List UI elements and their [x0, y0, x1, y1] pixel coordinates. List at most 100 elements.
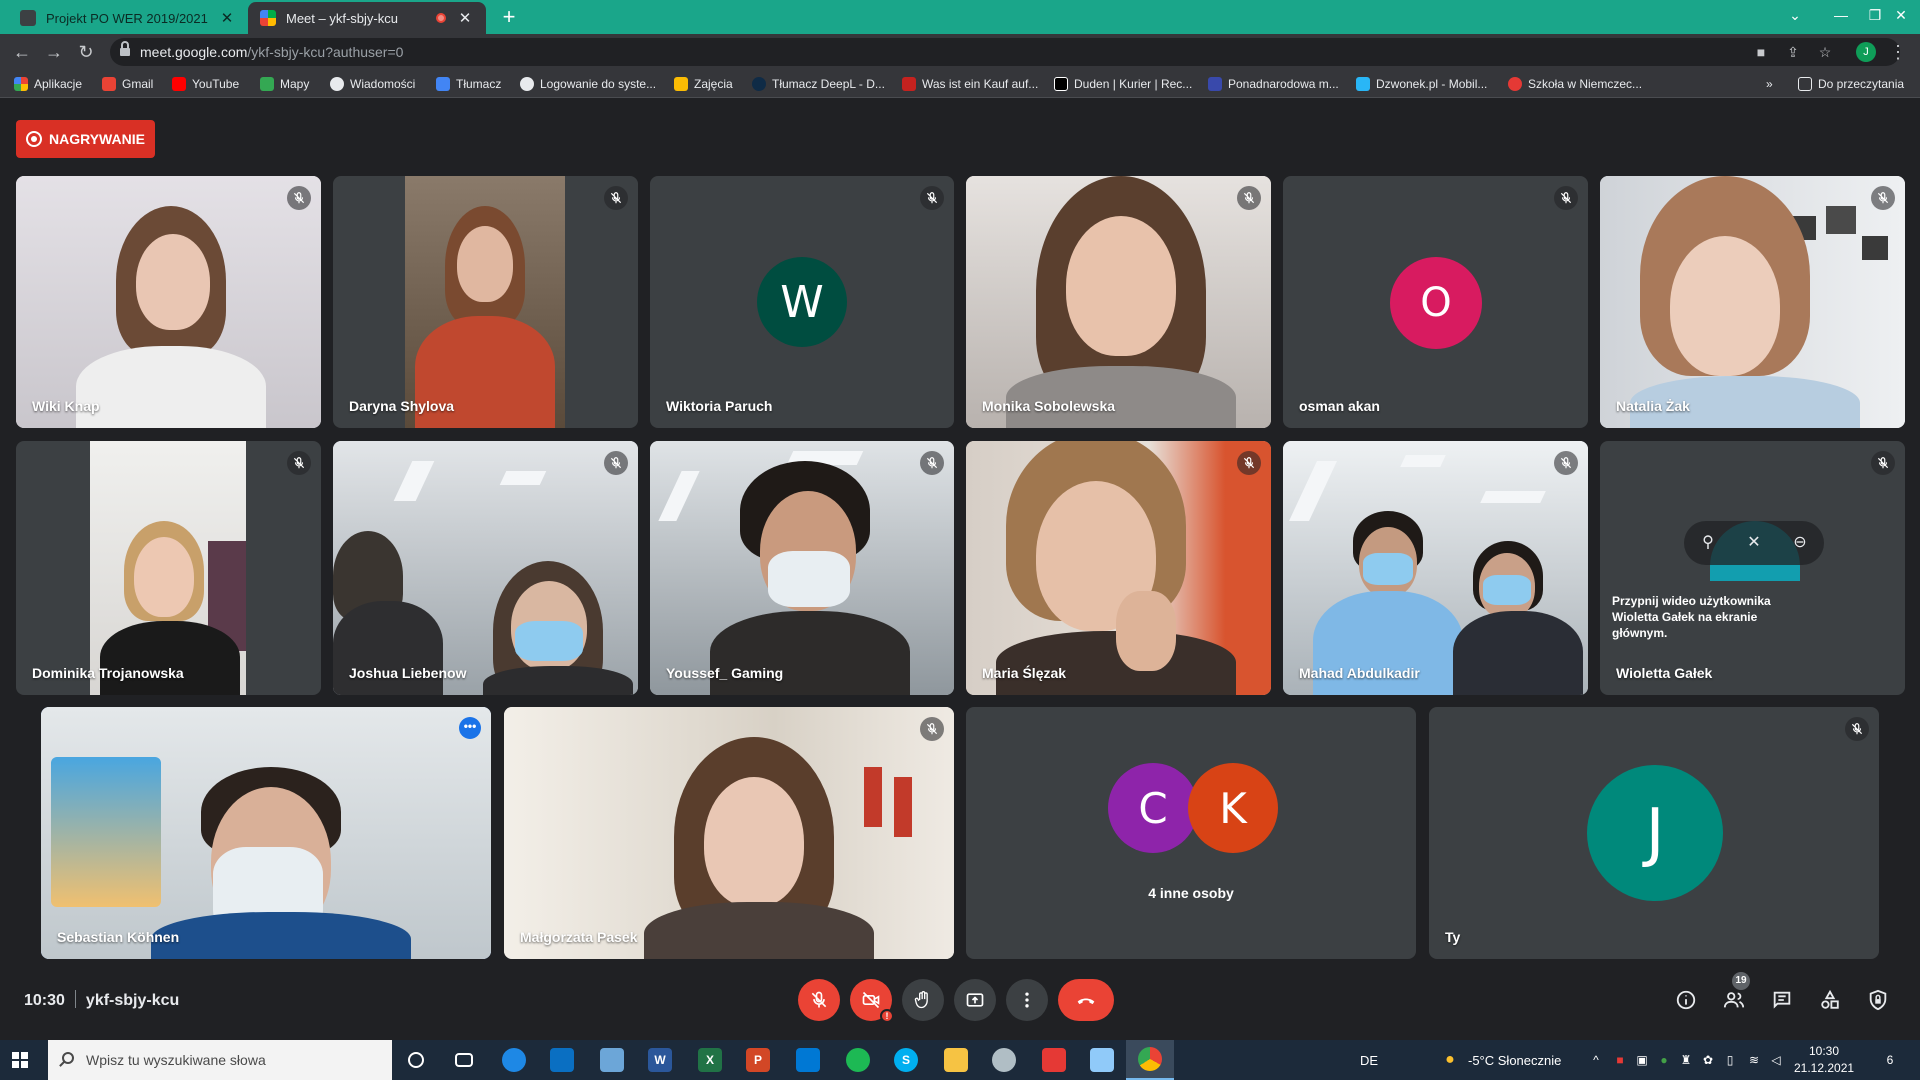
video-feed	[1283, 441, 1588, 695]
participant-tile[interactable]: O osman akan	[1283, 176, 1588, 428]
bookmarks-overflow-button[interactable]: »	[1766, 75, 1773, 93]
windows-start-icon[interactable]	[12, 1052, 28, 1068]
bookmark-wiadomosci[interactable]: Wiadomości	[330, 75, 415, 93]
bookmark-gmail[interactable]: Gmail	[102, 75, 153, 93]
mail-icon[interactable]	[538, 1040, 586, 1080]
bookmark-zajecia[interactable]: Zajęcia	[674, 75, 733, 93]
notifications-icon[interactable]: 6	[1880, 1052, 1900, 1068]
bookmark-ponadnarodowa[interactable]: Ponadnarodowa m...	[1208, 75, 1339, 93]
address-bar[interactable]: meet.google.com/ykf-sbjy-kcu?authuser=0 …	[110, 38, 1900, 66]
battery-icon[interactable]: ▯	[1722, 1052, 1738, 1068]
participant-tile[interactable]: Natalia Żak	[1600, 176, 1905, 428]
close-icon[interactable]: ✕	[456, 9, 474, 27]
word-icon[interactable]: W	[636, 1040, 684, 1080]
raise-hand-button[interactable]	[902, 979, 944, 1021]
input-language[interactable]: DE	[1360, 1040, 1378, 1080]
participant-tile[interactable]: Małgorzata Pasek	[504, 707, 954, 959]
participant-tile-active-speaker[interactable]: ••• Sebastian Köhnen	[41, 707, 491, 959]
kebab-menu-icon[interactable]: ⋮	[1888, 38, 1908, 66]
notepad-icon[interactable]	[588, 1040, 636, 1080]
bookmark-logowanie[interactable]: Logowanie do syste...	[520, 75, 656, 93]
tab-projekt[interactable]: Projekt PO WER 2019/2021 ✕	[8, 2, 248, 34]
file-explorer-icon[interactable]	[932, 1040, 980, 1080]
more-options-button[interactable]: •••	[459, 717, 481, 739]
camera-icon[interactable]: ■	[1750, 42, 1772, 62]
task-view-icon[interactable]	[440, 1040, 488, 1080]
participant-tile[interactable]: Joshua Liebenow	[333, 441, 638, 695]
new-tab-button[interactable]: +	[496, 4, 522, 30]
participant-tile[interactable]: Daryna Shylova	[333, 176, 638, 428]
tray-app-icon[interactable]: ♜	[1678, 1052, 1694, 1068]
bookmark-tlumacz[interactable]: Tłumacz	[436, 75, 501, 93]
tab-meet[interactable]: Meet – ykf-sbjy-kcu ✕	[248, 2, 486, 34]
tray-app-icon[interactable]: ✿	[1700, 1052, 1716, 1068]
video-feed	[16, 176, 321, 428]
edge-icon[interactable]	[490, 1040, 538, 1080]
participant-tile[interactable]: W Wiktoria Paruch	[650, 176, 954, 428]
chevron-down-icon[interactable]: ⌄	[1772, 0, 1818, 30]
translate-icon	[436, 77, 450, 91]
participant-tile[interactable]: Dominika Trojanowska	[16, 441, 321, 695]
tray-app-icon[interactable]: ■	[1612, 1052, 1628, 1068]
bookmark-aplikacje[interactable]: Aplikacje	[14, 75, 82, 93]
reading-list-button[interactable]: Do przeczytania	[1798, 75, 1904, 93]
participants-button[interactable]	[1720, 986, 1748, 1014]
app-icon[interactable]	[1078, 1040, 1126, 1080]
bookmark-szkola[interactable]: Szkoła w Niemczec...	[1508, 75, 1642, 93]
host-controls-button[interactable]	[1864, 986, 1892, 1014]
participant-tile[interactable]: Mahad Abdulkadir	[1283, 441, 1588, 695]
back-arrow-icon[interactable]: ←	[8, 38, 36, 66]
meeting-details-button[interactable]	[1672, 986, 1700, 1014]
activities-button[interactable]	[1816, 986, 1844, 1014]
chat-button[interactable]	[1768, 986, 1796, 1014]
url-text[interactable]: meet.google.com/ykf-sbjy-kcu?authuser=0	[140, 44, 403, 60]
bookmark-dzwonek[interactable]: Dzwonek.pl - Mobil...	[1356, 75, 1487, 93]
chevron-up-icon[interactable]: ^	[1588, 1052, 1604, 1068]
self-tile[interactable]: J Ty	[1429, 707, 1879, 959]
more-options-button[interactable]	[1006, 979, 1048, 1021]
bookmark-duden[interactable]: Duden | Kurier | Rec...	[1054, 75, 1192, 93]
participant-tile[interactable]: ⚲ ✕ ⊖ Przypnij wideo użytkownika Wiolett…	[1600, 441, 1905, 695]
volume-icon[interactable]: ◁	[1768, 1052, 1784, 1068]
leave-call-button[interactable]	[1058, 979, 1114, 1021]
participant-tile[interactable]: Monika Sobolewska	[966, 176, 1271, 428]
security-icon[interactable]: ●	[1656, 1052, 1672, 1068]
excel-icon[interactable]: X	[686, 1040, 734, 1080]
skype-icon[interactable]: S	[882, 1040, 930, 1080]
mic-toggle-button[interactable]	[798, 979, 840, 1021]
powerpoint-icon[interactable]: P	[734, 1040, 782, 1080]
store-icon[interactable]	[784, 1040, 832, 1080]
star-icon[interactable]: ☆	[1814, 42, 1836, 62]
system-clock[interactable]: 10:30 21.12.2021	[1794, 1043, 1854, 1077]
share-icon[interactable]: ⇪	[1782, 42, 1804, 62]
present-screen-button[interactable]	[954, 979, 996, 1021]
profile-avatar[interactable]: J	[1856, 42, 1876, 62]
wifi-icon[interactable]: ≋	[1746, 1052, 1762, 1068]
camera-toggle-button[interactable]: !	[850, 979, 894, 1023]
duden-icon	[1054, 77, 1068, 91]
mic-off-icon[interactable]: ✕	[1742, 531, 1766, 555]
taskbar-search-input[interactable]: Wpisz tu wyszukiwane słowa	[48, 1040, 392, 1080]
cortana-icon[interactable]	[392, 1040, 440, 1080]
app-icon[interactable]	[980, 1040, 1028, 1080]
pin-icon[interactable]: ⚲	[1696, 531, 1720, 555]
bookmark-youtube[interactable]: YouTube	[172, 75, 239, 93]
spotify-icon[interactable]	[834, 1040, 882, 1080]
app-icon[interactable]	[1030, 1040, 1078, 1080]
reload-icon[interactable]: ↻	[72, 38, 100, 66]
remove-icon[interactable]: ⊖	[1788, 531, 1812, 555]
tray-app-icon[interactable]: ▣	[1634, 1052, 1650, 1068]
bookmark-mapy[interactable]: Mapy	[260, 75, 309, 93]
participant-tile[interactable]: Wiki Knap	[16, 176, 321, 428]
others-tile[interactable]: C K 4 inne osoby	[966, 707, 1416, 959]
bookmark-kauf[interactable]: Was ist ein Kauf auf...	[902, 75, 1038, 93]
close-icon[interactable]: ✕	[218, 9, 236, 27]
weather-widget[interactable]: -5°C Słonecznie	[1468, 1040, 1561, 1080]
recording-badge[interactable]: NAGRYWANIE	[16, 120, 155, 158]
forward-arrow-icon[interactable]: →	[40, 38, 68, 66]
participant-tile[interactable]: Youssef_ Gaming	[650, 441, 954, 695]
chrome-icon[interactable]	[1126, 1040, 1174, 1080]
bookmark-deepl[interactable]: Tłumacz DeepL - D...	[752, 75, 885, 93]
participant-tile[interactable]: Maria Ślęzak	[966, 441, 1271, 695]
close-window-button[interactable]: ✕	[1878, 0, 1920, 30]
